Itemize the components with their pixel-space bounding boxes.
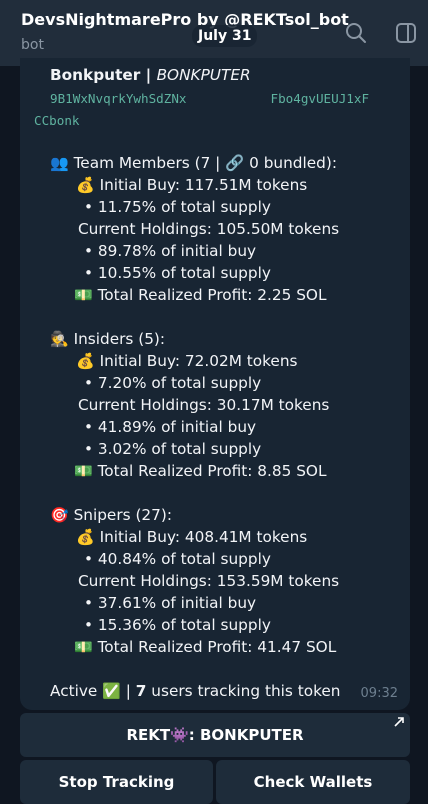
token-address-line2[interactable]: CCbonk [34, 110, 80, 132]
people-icon: 👥 [50, 154, 69, 172]
sender-name[interactable]: Bonkputer [50, 66, 140, 84]
check-mark-icon: ✅ [102, 682, 121, 700]
team-initial-pct: • 11.75% of total supply [84, 198, 271, 216]
insiders-hold-supply: • 3.02% of total supply [84, 440, 262, 458]
sender-ticker: BONKPUTER [156, 66, 251, 84]
token-link-label: REKT👾: BONKPUTER [126, 726, 304, 744]
insiders-initial-buy: 💰 Initial Buy: 72.02M tokens [76, 352, 298, 370]
snipers-profit: 💵 Total Realized Profit: 41.47 SOL [74, 638, 337, 656]
team-profit: 💵 Total Realized Profit: 2.25 SOL [74, 286, 327, 304]
side-panel-icon[interactable] [395, 22, 417, 44]
team-hold-initial: • 89.78% of initial buy [84, 242, 257, 260]
token-address-line1[interactable]: 9B1WxNvqrkYwhSdZNx Fbo4gvUEUJ1xF [50, 88, 369, 110]
money-icon: 💵 [74, 638, 93, 656]
message-bubble: Bonkputer | BONKPUTER 9B1WxNvqrkYwhSdZNx… [20, 58, 410, 710]
money-icon: 💵 [74, 462, 93, 480]
check-wallets-button[interactable]: Check Wallets [216, 760, 410, 804]
team-hold-supply: • 10.55% of total supply [84, 264, 271, 282]
chat-subtitle: bot [21, 37, 44, 53]
insiders-header: 🕵️ Insiders (5): [50, 330, 166, 348]
money-bag-icon: 💰 [76, 352, 95, 370]
snipers-initial-buy: 💰 Initial Buy: 408.41M tokens [76, 528, 308, 546]
team-holdings: Current Holdings: 105.50M tokens [78, 220, 340, 238]
money-icon: 💵 [74, 286, 93, 304]
team-header: 👥 Team Members (7 | 🔗 0 bundled): [50, 154, 337, 172]
snipers-header: 🎯 Snipers (27): [50, 506, 173, 524]
message-time: 09:32 [360, 686, 398, 701]
snipers-hold-initial: • 37.61% of initial buy [84, 594, 257, 612]
snipers-holdings: Current Holdings: 153.59M tokens [78, 572, 340, 590]
stop-tracking-button[interactable]: Stop Tracking [20, 760, 213, 804]
insiders-profit: 💵 Total Realized Profit: 8.85 SOL [74, 462, 327, 480]
money-bag-icon: 💰 [76, 176, 95, 194]
chat-title[interactable]: DevsNightmarePro by @REKTsol_bot [21, 10, 349, 29]
target-icon: 🎯 [50, 506, 69, 524]
external-link-icon [394, 717, 404, 727]
insiders-hold-initial: • 41.89% of initial buy [84, 418, 257, 436]
insiders-initial-pct: • 7.20% of total supply [84, 374, 262, 392]
money-bag-icon: 💰 [76, 528, 95, 546]
search-icon[interactable] [345, 22, 367, 44]
token-link-button[interactable]: REKT👾: BONKPUTER [20, 713, 410, 757]
detective-icon: 🕵️ [50, 330, 69, 348]
snipers-initial-pct: • 40.84% of total supply [84, 550, 271, 568]
team-initial-buy: 💰 Initial Buy: 117.51M tokens [76, 176, 308, 194]
tracking-status: Active ✅ | 7 users tracking this token [50, 682, 341, 700]
snipers-hold-supply: • 15.36% of total supply [84, 616, 271, 634]
sender-line: Bonkputer | BONKPUTER [50, 64, 251, 86]
sender-separator: | [140, 66, 157, 84]
insiders-holdings: Current Holdings: 30.17M tokens [78, 396, 330, 414]
date-badge: July 31 [192, 25, 258, 47]
